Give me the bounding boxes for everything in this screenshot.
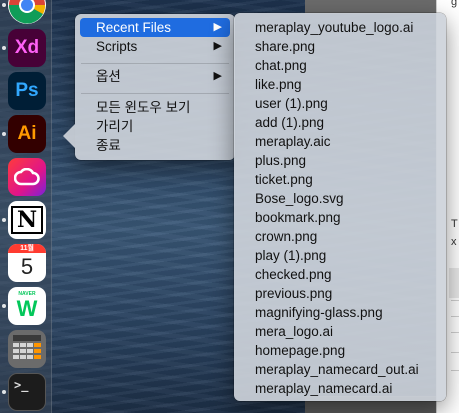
adobe-xd-icon[interactable]: Xd <box>8 29 46 67</box>
menu-separator <box>81 63 229 64</box>
recent-file-item[interactable]: user (1).png <box>239 94 441 113</box>
menu-item-label: 가리기 <box>96 119 134 134</box>
menu-item-label: 종료 <box>96 138 121 153</box>
calendar-day: 5 <box>20 254 34 279</box>
chrome-icon[interactable] <box>8 0 46 24</box>
running-indicator <box>2 390 6 394</box>
window-divider <box>451 332 459 333</box>
menu-item-label: 모든 윈도우 보기 <box>96 100 191 115</box>
recent-file-item[interactable]: ticket.png <box>239 170 441 189</box>
window-text-fragment: T <box>451 218 458 230</box>
menu-item-scripts[interactable]: Scripts ▶ <box>80 37 230 56</box>
submenu-arrow-icon: ▶ <box>213 21 222 33</box>
recent-file-item[interactable]: bookmark.png <box>239 208 441 227</box>
menu-item-recent-files[interactable]: Recent Files ▶ <box>80 18 230 37</box>
menu-pointer <box>63 124 75 148</box>
recent-file-item[interactable]: play (1).png <box>239 246 441 265</box>
terminal-icon[interactable]: >_ <box>8 373 46 411</box>
window-panel-block <box>449 268 459 298</box>
menu-item-label: 옵션 <box>96 69 121 84</box>
calculator-icon[interactable] <box>8 330 46 368</box>
dock: Xd Ps Ai N 11월 5 NAVER W >_ <box>0 0 52 413</box>
running-indicator <box>2 218 6 222</box>
submenu-arrow-icon: ▶ <box>213 40 222 52</box>
recent-file-item[interactable]: homepage.png <box>239 341 441 360</box>
menu-item-quit[interactable]: 종료 <box>80 136 230 155</box>
background-window-titlebar <box>305 0 436 14</box>
window-text-fragment: x <box>451 236 457 248</box>
recent-file-item[interactable]: plus.png <box>239 151 441 170</box>
recent-file-item[interactable]: checked.png <box>239 265 441 284</box>
window-text-fragment: g <box>451 0 458 8</box>
adobe-photoshop-icon[interactable]: Ps <box>8 72 46 110</box>
recent-files-submenu: meraplay_youtube_logo.ai share.png chat.… <box>234 13 446 401</box>
calendar-month: 11월 <box>8 244 46 253</box>
running-indicator <box>2 3 6 7</box>
naver-whale-icon[interactable]: NAVER W <box>8 287 46 325</box>
chrome-icon-graphic <box>8 0 46 24</box>
recent-file-item[interactable]: share.png <box>239 37 441 56</box>
running-indicator <box>2 304 6 308</box>
recent-file-item[interactable]: add (1).png <box>239 113 441 132</box>
notion-icon[interactable]: N <box>8 201 46 239</box>
creative-cloud-glyph <box>14 168 40 186</box>
adobe-illustrator-label: Ai <box>17 123 37 144</box>
creative-cloud-icon[interactable] <box>8 158 46 196</box>
terminal-prompt: >_ <box>14 378 29 392</box>
calendar-icon[interactable]: 11월 5 <box>8 244 46 282</box>
menu-item-hide[interactable]: 가리기 <box>80 117 230 136</box>
whale-glyph: W <box>16 296 38 321</box>
menu-item-label: Recent Files <box>96 20 172 35</box>
recent-file-item[interactable]: meraplay_youtube_logo.ai <box>239 18 441 37</box>
recent-file-item[interactable]: Bose_logo.svg <box>239 189 441 208</box>
menu-separator <box>81 93 229 94</box>
menu-item-options[interactable]: 옵션 ▶ <box>80 67 230 86</box>
recent-file-item[interactable]: chat.png <box>239 56 441 75</box>
recent-file-item[interactable]: mera_logo.ai <box>239 322 441 341</box>
adobe-illustrator-icon[interactable]: Ai <box>8 115 46 153</box>
menu-item-label: Scripts <box>96 39 138 54</box>
recent-file-item[interactable]: meraplay_namecard_out.ai <box>239 360 441 379</box>
running-indicator <box>2 132 6 136</box>
menu-item-show-all-windows[interactable]: 모든 윈도우 보기 <box>80 98 230 117</box>
running-indicator <box>2 46 6 50</box>
dock-context-menu: Recent Files ▶ Scripts ▶ 옵션 ▶ 모든 윈도우 보기 … <box>63 14 235 160</box>
recent-file-item[interactable]: previous.png <box>239 284 441 303</box>
recent-file-item[interactable]: meraplay.aic <box>239 132 441 151</box>
adobe-xd-label: Xd <box>14 37 40 58</box>
window-divider <box>451 370 459 371</box>
recent-file-item[interactable]: meraplay_namecard.ai <box>239 379 441 398</box>
submenu-arrow-icon: ▶ <box>213 70 222 82</box>
window-divider <box>451 300 459 301</box>
recent-file-item[interactable]: magnifying-glass.png <box>239 303 441 322</box>
recent-file-item[interactable]: like.png <box>239 75 441 94</box>
window-divider <box>451 352 459 353</box>
adobe-photoshop-label: Ps <box>15 80 39 101</box>
calculator-grid <box>13 335 41 359</box>
window-divider <box>451 316 459 317</box>
recent-file-item[interactable]: crown.png <box>239 227 441 246</box>
notion-label: N <box>10 206 44 234</box>
